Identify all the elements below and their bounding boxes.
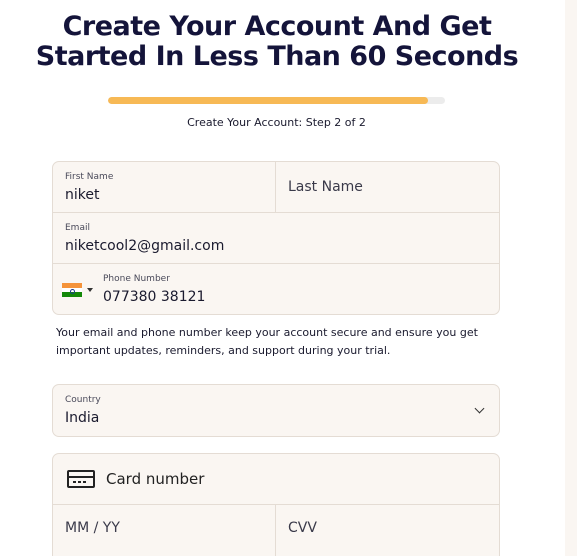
- phone-value: 077380 38121: [103, 289, 206, 305]
- phone-row: Phone Number 077380 38121: [53, 264, 499, 314]
- expiry-placeholder: MM / YY: [65, 520, 120, 536]
- email-label: Email: [65, 223, 90, 233]
- cvv-field[interactable]: CVV: [275, 505, 499, 556]
- page-side-panel: [565, 0, 577, 556]
- last-name-placeholder: Last Name: [288, 179, 363, 195]
- page-title-line-2: Started In Less Than 60 Seconds: [35, 41, 519, 72]
- india-flag-icon: [62, 283, 82, 298]
- step-label: Create Your Account: Step 2 of 2: [187, 116, 366, 129]
- phone-field[interactable]: Phone Number 077380 38121: [93, 264, 499, 314]
- progress-bar-fill: [108, 97, 429, 104]
- first-name-field[interactable]: First Name niket: [53, 162, 275, 212]
- chevron-down-icon: [474, 403, 485, 414]
- name-row: First Name niket Last Name: [53, 162, 499, 213]
- expiry-field[interactable]: MM / YY: [53, 505, 275, 556]
- card-details-row: MM / YY CVV: [53, 505, 499, 556]
- cvv-placeholder: CVV: [288, 520, 317, 536]
- country-code-selector[interactable]: [53, 264, 93, 314]
- card-fields-group: Card number MM / YY CVV: [52, 453, 500, 556]
- email-value: niketcool2@gmail.com: [65, 238, 225, 254]
- email-row: Email niketcool2@gmail.com: [53, 213, 499, 264]
- progress-bar: [108, 97, 445, 104]
- first-name-value: niket: [65, 187, 100, 203]
- credit-card-icon: [67, 470, 95, 488]
- card-number-field[interactable]: Card number: [53, 454, 499, 504]
- contact-fields-group: First Name niket Last Name Email niketco…: [52, 161, 500, 315]
- card-number-row: Card number: [53, 454, 499, 505]
- country-select[interactable]: Country India: [52, 384, 500, 437]
- page-title: Create Your Account And Get Started In L…: [30, 12, 524, 72]
- first-name-label: First Name: [65, 172, 114, 182]
- last-name-field[interactable]: Last Name: [275, 162, 499, 212]
- page-title-line-1: Create Your Account And Get: [62, 11, 492, 42]
- email-field[interactable]: Email niketcool2@gmail.com: [53, 213, 499, 263]
- phone-label: Phone Number: [103, 274, 170, 284]
- helper-text: Your email and phone number keep your ac…: [56, 326, 478, 357]
- card-number-placeholder: Card number: [106, 470, 205, 488]
- country-label: Country: [65, 395, 101, 405]
- country-value: India: [65, 410, 100, 426]
